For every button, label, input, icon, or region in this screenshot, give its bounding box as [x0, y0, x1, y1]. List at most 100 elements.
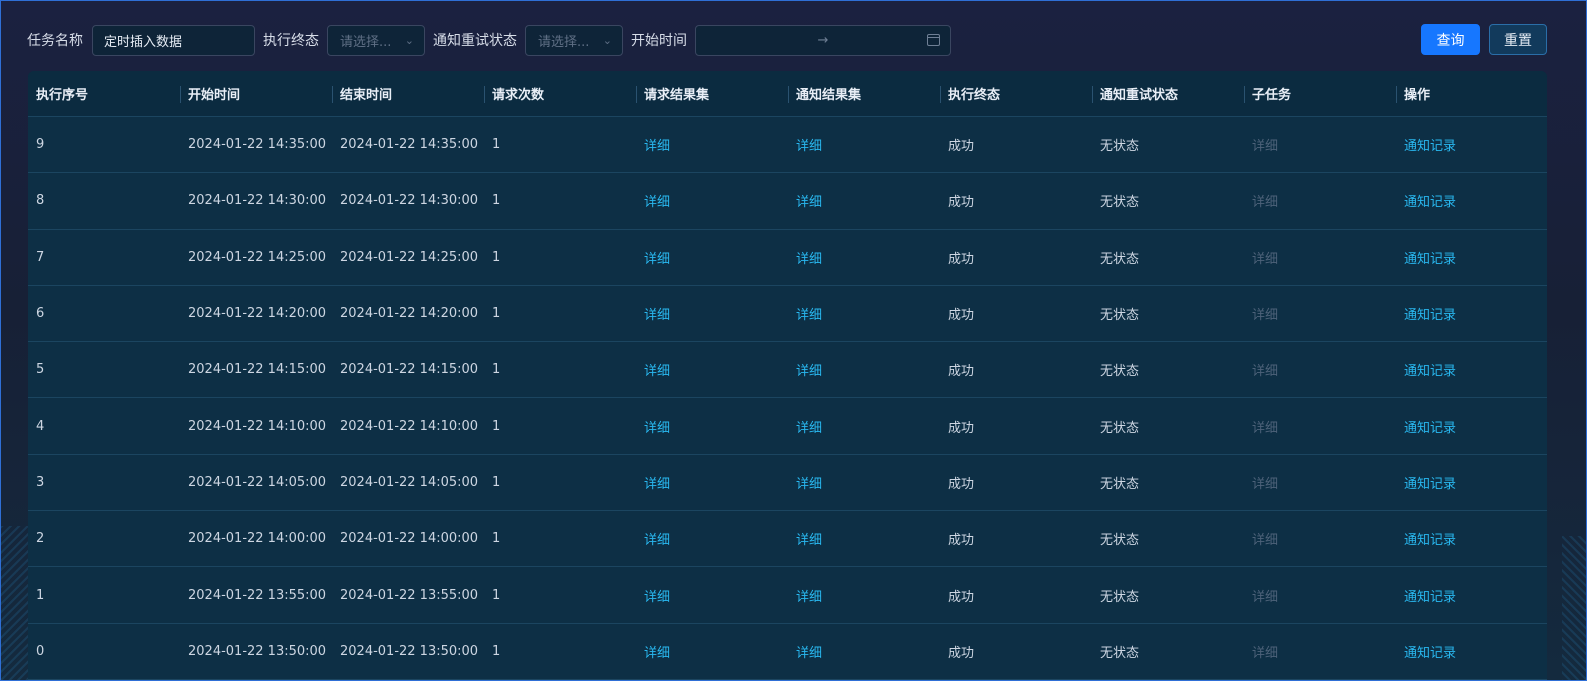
table-row: 9 2024-01-22 14:35:00 2024-01-22 14:35:00 1…: [28, 117, 1547, 174]
row-notify-retry-status: 无状态: [1100, 308, 1140, 324]
row-start-time: 2024-01-22 14:35:00: [188, 137, 327, 153]
table-row: 8 2024-01-22 14:30:00 2024-01-22 14:30:00 1…: [28, 173, 1547, 230]
request-result-detail-link[interactable]: 详细: [636, 135, 788, 154]
notify-retry-placeholder: 请选择...: [538, 34, 590, 50]
row-end-time: 2024-01-22 14:30:00: [340, 193, 479, 209]
row-end-time: 2024-01-22 14:00:00: [340, 531, 479, 547]
exec-status-select[interactable]: 请选择... ⌄: [327, 24, 425, 56]
row-notify-retry-status: 无状态: [1100, 195, 1140, 211]
table-row: 2 2024-01-22 14:00:00 2024-01-22 14:00:00 1…: [28, 511, 1547, 568]
column-header-actions: 操作: [1396, 71, 1547, 117]
row-seq: 8: [36, 193, 45, 209]
row-start-time: 2024-01-22 14:15:00: [188, 362, 327, 378]
request-result-detail-link[interactable]: 详细: [636, 473, 788, 492]
column-header-start-time: 开始时间: [180, 71, 332, 117]
notify-result-detail-link[interactable]: 详细: [788, 304, 940, 323]
row-notify-retry-status: 无状态: [1100, 645, 1140, 661]
table-row: 5 2024-01-22 14:15:00 2024-01-22 14:15:00 1…: [28, 342, 1547, 399]
column-header-exec-status: 执行终态: [940, 71, 1092, 117]
request-result-detail-link[interactable]: 详细: [636, 191, 788, 210]
row-notify-retry-status: 无状态: [1100, 420, 1140, 436]
row-end-time: 2024-01-22 14:25:00: [340, 249, 479, 265]
table-row: 1 2024-01-22 13:55:00 2024-01-22 13:55:00 1…: [28, 567, 1547, 624]
row-seq: 6: [36, 306, 45, 322]
notify-result-detail-link[interactable]: 详细: [788, 473, 940, 492]
request-result-detail-link[interactable]: 详细: [636, 417, 788, 436]
chevron-down-icon: ⌄: [404, 33, 414, 47]
row-exec-status: 成功: [948, 645, 975, 661]
row-exec-status: 成功: [948, 533, 975, 549]
row-notify-retry-status: 无状态: [1100, 589, 1140, 605]
request-result-detail-link[interactable]: 详细: [636, 586, 788, 605]
notify-record-link[interactable]: 通知记录: [1396, 417, 1547, 436]
column-header-request-count: 请求次数: [484, 71, 636, 117]
notify-record-link[interactable]: 通知记录: [1396, 473, 1547, 492]
row-exec-status: 成功: [948, 420, 975, 436]
app-window: 任务名称 定时插入数据 执行终态 请选择... ⌄ 通知重试状态 请选择... …: [0, 0, 1587, 681]
row-exec-status: 成功: [948, 476, 975, 492]
reset-button[interactable]: 重置: [1489, 24, 1547, 55]
row-request-count: 1: [492, 137, 501, 153]
table-body: 9 2024-01-22 14:35:00 2024-01-22 14:35:00 1…: [28, 117, 1547, 680]
row-start-time: 2024-01-22 14:05:00: [188, 474, 327, 490]
column-header-end-time: 结束时间: [332, 71, 484, 117]
request-result-detail-link[interactable]: 详细: [636, 248, 788, 267]
notify-result-detail-link[interactable]: 详细: [788, 135, 940, 154]
row-notify-retry-status: 无状态: [1100, 139, 1140, 155]
subtask-detail-link: 详细: [1252, 251, 1279, 267]
notify-result-detail-link[interactable]: 详细: [788, 191, 940, 210]
row-request-count: 1: [492, 249, 501, 265]
row-start-time: 2024-01-22 13:50:00: [188, 643, 327, 659]
row-seq: 2: [36, 531, 45, 547]
table-row: 7 2024-01-22 14:25:00 2024-01-22 14:25:00 1…: [28, 229, 1547, 286]
row-exec-status: 成功: [948, 589, 975, 605]
notify-record-link[interactable]: 通知记录: [1396, 360, 1547, 379]
row-start-time: 2024-01-22 14:00:00: [188, 531, 327, 547]
request-result-detail-link[interactable]: 详细: [636, 642, 788, 661]
task-name-input[interactable]: 定时插入数据: [92, 24, 255, 56]
row-start-time: 2024-01-22 14:20:00: [188, 306, 327, 322]
request-result-detail-link[interactable]: 详细: [636, 304, 788, 323]
row-start-time: 2024-01-22 14:10:00: [188, 418, 327, 434]
notify-record-link[interactable]: 通知记录: [1396, 135, 1547, 154]
date-range-separator: →: [817, 32, 829, 48]
notify-result-detail-link[interactable]: 详细: [788, 529, 940, 548]
row-notify-retry-status: 无状态: [1100, 251, 1140, 267]
row-exec-status: 成功: [948, 139, 975, 155]
background-decoration-right: [1562, 536, 1586, 680]
notify-record-link[interactable]: 通知记录: [1396, 248, 1547, 267]
calendar-icon: [927, 34, 940, 46]
subtask-detail-link: 详细: [1252, 139, 1279, 155]
notify-record-link[interactable]: 通知记录: [1396, 586, 1547, 605]
notify-retry-label: 通知重试状态: [433, 33, 517, 49]
notify-result-detail-link[interactable]: 详细: [788, 642, 940, 661]
row-request-count: 1: [492, 643, 501, 659]
notify-result-detail-link[interactable]: 详细: [788, 248, 940, 267]
row-seq: 9: [36, 137, 45, 153]
subtask-detail-link: 详细: [1252, 364, 1279, 380]
start-time-range-picker[interactable]: →: [695, 24, 951, 56]
request-result-detail-link[interactable]: 详细: [636, 529, 788, 548]
row-end-time: 2024-01-22 14:35:00: [340, 137, 479, 153]
query-button[interactable]: 查询: [1421, 24, 1480, 55]
notify-record-link[interactable]: 通知记录: [1396, 191, 1547, 210]
notify-result-detail-link[interactable]: 详细: [788, 586, 940, 605]
row-request-count: 1: [492, 362, 501, 378]
request-result-detail-link[interactable]: 详细: [636, 360, 788, 379]
notify-retry-select[interactable]: 请选择... ⌄: [525, 24, 623, 56]
filter-bar: 任务名称 定时插入数据 执行终态 请选择... ⌄ 通知重试状态 请选择... …: [27, 24, 1546, 56]
row-seq: 7: [36, 249, 45, 265]
row-end-time: 2024-01-22 13:55:00: [340, 587, 479, 603]
row-request-count: 1: [492, 587, 501, 603]
notify-record-link[interactable]: 通知记录: [1396, 529, 1547, 548]
chevron-down-icon: ⌄: [602, 33, 612, 47]
notify-result-detail-link[interactable]: 详细: [788, 417, 940, 436]
subtask-detail-link: 详细: [1252, 195, 1279, 211]
notify-record-link[interactable]: 通知记录: [1396, 642, 1547, 661]
notify-result-detail-link[interactable]: 详细: [788, 360, 940, 379]
notify-record-link[interactable]: 通知记录: [1396, 304, 1547, 323]
row-end-time: 2024-01-22 14:15:00: [340, 362, 479, 378]
table-header: 执行序号 开始时间 结束时间 请求次数 请求结果集 通知结果集 执行终态 通知重…: [28, 71, 1547, 117]
column-header-notify-result: 通知结果集: [788, 71, 940, 117]
task-name-label: 任务名称: [27, 33, 83, 49]
